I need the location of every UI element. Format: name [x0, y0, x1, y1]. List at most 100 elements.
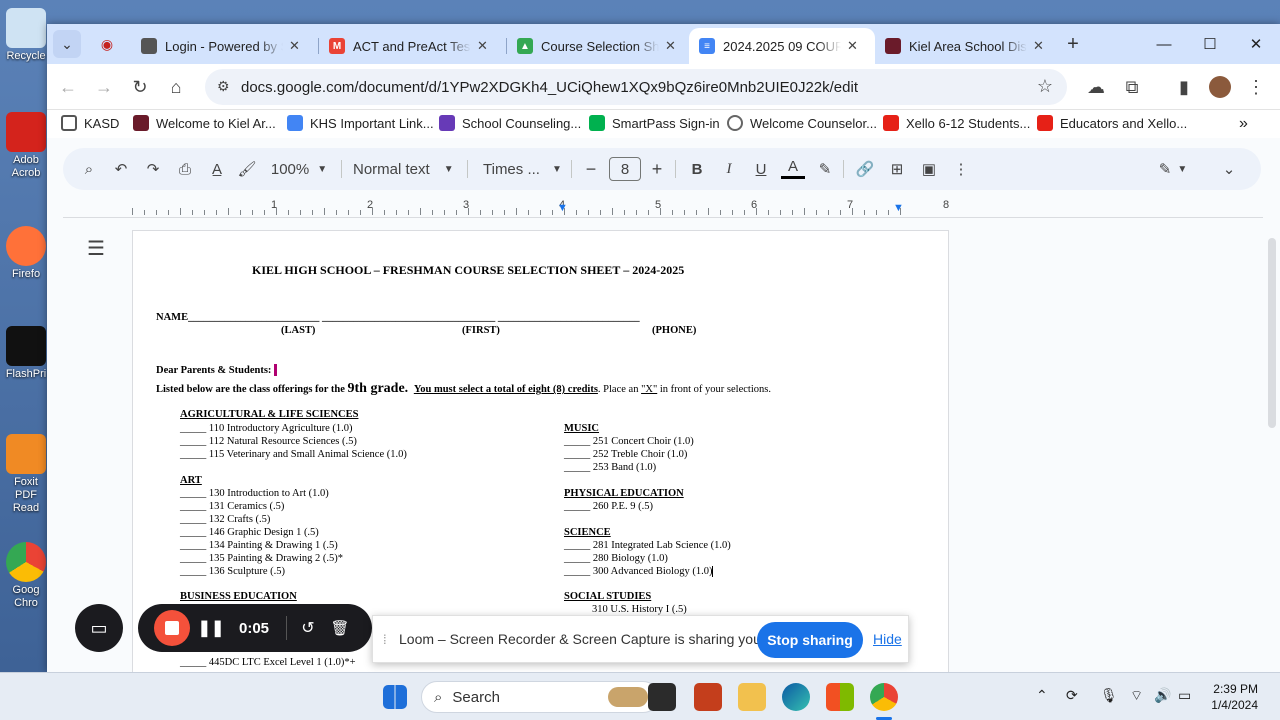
document-outline-icon[interactable]: ☰ [87, 236, 105, 261]
star-icon[interactable]: ☆ [1037, 76, 1053, 97]
minimize-button[interactable]: — [1141, 24, 1187, 64]
desktop-icon-acrobat[interactable]: Adob Acrob [4, 112, 48, 180]
spellcheck-icon[interactable]: A̲ [205, 157, 229, 181]
close-icon[interactable]: ✕ [665, 38, 676, 54]
delete-recording-button[interactable]: 🗑 [328, 616, 352, 640]
desktop-icon-flashprint[interactable]: FlashPri [4, 326, 48, 381]
profile-avatar[interactable] [1205, 72, 1235, 102]
microsoft-store-icon[interactable] [826, 683, 854, 711]
italic-icon[interactable]: I [717, 157, 741, 181]
ruler-tick [876, 210, 877, 215]
paint-format-icon[interactable]: 🖌 [235, 157, 259, 181]
address-bar[interactable]: ⚙ docs.google.com/document/d/1YPw2XDGKh4… [205, 69, 1067, 105]
ruler-number: 5 [655, 199, 662, 211]
task-view-icon[interactable] [648, 683, 676, 711]
windows-start-icon[interactable] [383, 685, 407, 709]
chrome-icon[interactable] [870, 683, 898, 711]
wifi-icon[interactable]: ⌔ [1130, 687, 1143, 705]
intro-grade: 9th grade. [347, 381, 409, 396]
vertical-scrollbar[interactable] [1268, 238, 1276, 428]
right-margin-marker-icon[interactable]: ▼ [893, 202, 904, 214]
maximize-button[interactable]: ☐ [1187, 24, 1233, 64]
desktop-icon-firefox[interactable]: Firefo [4, 226, 48, 281]
loom-camera-button[interactable]: ▭ [75, 604, 123, 652]
increase-font-size-button[interactable]: + [647, 157, 667, 181]
file-explorer-icon[interactable] [738, 683, 766, 711]
close-icon[interactable]: ✕ [477, 38, 488, 54]
site-settings-icon[interactable]: ⚙ [217, 78, 230, 95]
show-hidden-icons-icon[interactable]: ⌃ [1036, 687, 1048, 704]
restart-button[interactable]: ↺ [296, 616, 320, 640]
microphone-icon[interactable]: 🎙 [1100, 687, 1118, 704]
bookmark-welcome-counselor[interactable]: Welcome Counselor... [727, 115, 877, 131]
system-clock[interactable]: 2:39 PM 1/4/2024 [1211, 681, 1258, 713]
stop-sharing-button[interactable]: Stop sharing [757, 622, 863, 658]
sync-icon[interactable]: ⟳ [1066, 687, 1078, 704]
taskbar-search[interactable]: ⌕ Search [421, 681, 659, 713]
reload-button[interactable]: ↻ [125, 72, 155, 102]
stop-recording-button[interactable] [154, 610, 190, 646]
zoom-select[interactable]: 100% ▼ [267, 157, 331, 181]
drag-handle-icon[interactable]: ⁞ [383, 632, 387, 647]
ruler[interactable]: 1 2 3 4 5 6 7 8 ▼ ▼ [63, 198, 1263, 218]
bookmark-smartpass[interactable]: SmartPass Sign-in [589, 115, 720, 131]
add-comment-icon[interactable]: ⊞ [885, 157, 909, 181]
close-window-button[interactable]: ✕ [1233, 24, 1279, 64]
forward-button[interactable]: → [89, 72, 119, 102]
bookmark-kasd[interactable]: KASD [61, 115, 119, 131]
ruler-number: 3 [463, 199, 470, 211]
insert-image-icon[interactable]: ▣ [917, 157, 941, 181]
underline-icon[interactable]: U [749, 157, 773, 181]
tab-course-selection[interactable]: ▲ Course Selection She ✕ [507, 28, 693, 64]
pause-button[interactable]: ❚❚ [198, 616, 225, 640]
powerpoint-icon[interactable] [694, 683, 722, 711]
back-button[interactable]: ← [53, 72, 83, 102]
bookmark-educators-xello[interactable]: Educators and Xello... [1037, 115, 1187, 131]
bold-icon[interactable]: B [685, 157, 709, 181]
font-size-input[interactable]: 8 [609, 157, 641, 181]
bookmark-khs-links[interactable]: KHS Important Link... [287, 115, 434, 131]
desktop-icon-chrome[interactable]: Goog Chro [4, 542, 48, 610]
more-options-icon[interactable]: ⋮ [949, 157, 973, 181]
desktop-icon-recycle-bin[interactable]: Recycle [4, 8, 48, 63]
edge-icon[interactable] [782, 683, 810, 711]
indent-marker-icon[interactable]: ▼ [557, 202, 568, 214]
editing-mode-button[interactable]: ✎ ▼ [1153, 157, 1193, 181]
ruler-tick [744, 210, 745, 215]
bookmark-school-counseling[interactable]: School Counseling... [439, 115, 581, 131]
close-icon[interactable]: ✕ [847, 38, 858, 54]
link-icon[interactable]: 🔗 [853, 157, 877, 181]
undo-icon[interactable]: ↶ [109, 157, 133, 181]
bookmark-xello-students[interactable]: Xello 6-12 Students... [883, 115, 1030, 131]
volume-icon[interactable]: 🔊 [1154, 687, 1171, 704]
battery-icon[interactable]: ▭ [1178, 687, 1191, 704]
tab-kiel-area[interactable]: Kiel Area School Distr ✕ [875, 28, 1061, 64]
bookmark-welcome-kiel[interactable]: Welcome to Kiel Ar... [133, 115, 276, 131]
close-icon[interactable]: ✕ [289, 38, 300, 54]
chevron-down-icon[interactable]: ⌄ [1217, 157, 1241, 181]
hide-banner-link[interactable]: Hide [873, 631, 902, 647]
decrease-font-size-button[interactable]: − [581, 157, 601, 181]
reload-icon: ↻ [132, 76, 148, 97]
bookmarks-overflow-icon[interactable]: » [1239, 115, 1248, 133]
font-select[interactable]: Times ... ▼ [483, 157, 563, 181]
maximize-icon: ☐ [1203, 36, 1217, 53]
text-color-icon[interactable]: A [781, 157, 805, 179]
new-tab-button[interactable]: + [1059, 30, 1087, 58]
side-panel-icon[interactable]: ▮ [1169, 72, 1199, 102]
tab-login[interactable]: Login - Powered by S ✕ [131, 28, 317, 64]
tab-act-preact[interactable]: M ACT and PreAct Testin ✕ [319, 28, 505, 64]
desktop-icon-foxit[interactable]: Foxit PDF Read [4, 434, 48, 515]
print-icon[interactable]: ⎙ [173, 157, 197, 181]
close-icon[interactable]: ✕ [1033, 38, 1044, 54]
paragraph-style-select[interactable]: Normal text ▼ [353, 157, 457, 181]
cloud-extension-icon[interactable]: ☁ [1081, 72, 1111, 102]
browser-menu-icon[interactable]: ⋮ [1241, 72, 1271, 102]
extensions-icon[interactable]: ⧉ [1117, 72, 1147, 102]
search-icon[interactable]: ⌕ [77, 157, 101, 181]
tab-search-button[interactable]: ⌄ [53, 30, 81, 58]
tab-course-doc-active[interactable]: ≡ 2024.2025 09 COURS ✕ [689, 28, 875, 64]
home-button[interactable]: ⌂ [161, 72, 191, 102]
redo-icon[interactable]: ↷ [141, 157, 165, 181]
highlight-icon[interactable]: ✎ [813, 157, 837, 181]
